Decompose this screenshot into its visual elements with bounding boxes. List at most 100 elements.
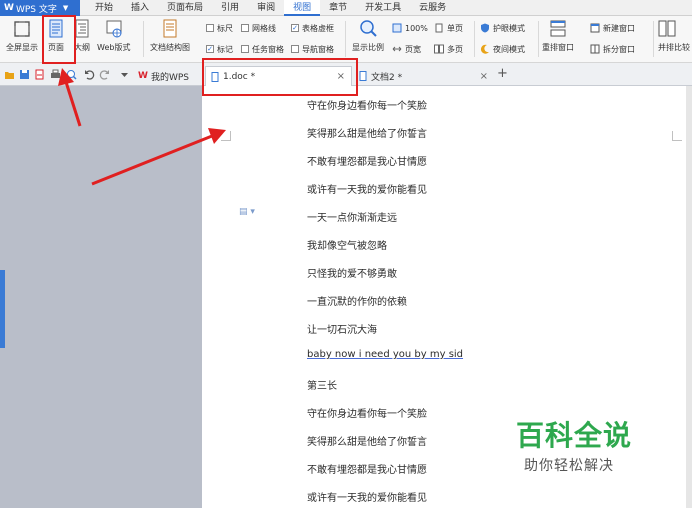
tab-references[interactable]: 引用	[212, 0, 248, 16]
split-window-label: 拆分窗口	[603, 44, 635, 54]
vertical-scrollbar[interactable]	[686, 86, 692, 508]
web-layout-button[interactable]: Web版式	[97, 19, 130, 59]
ribbon-divider	[538, 21, 539, 57]
outline-label: 大纲	[74, 43, 90, 52]
export-pdf-icon[interactable]	[34, 69, 45, 80]
task-pane-checkbox[interactable]: 任务窗格	[241, 42, 284, 56]
side-by-side-label: 并排比较	[658, 43, 690, 52]
page-width-button[interactable]: 页宽	[392, 42, 421, 56]
text-line: 或许有一天我的爱你能看见	[307, 493, 427, 504]
single-page-icon	[435, 23, 443, 33]
nav-pane-checkbox-box	[291, 45, 299, 53]
highlight-box-page-button	[42, 15, 76, 64]
multi-page-label: 多页	[447, 44, 463, 54]
text-line: 守在你身边看你每一个笑脸	[307, 409, 427, 420]
text-line: 一直沉默的作你的依赖	[307, 297, 407, 308]
tab-start[interactable]: 开始	[86, 0, 122, 16]
watermark-slogan: 助你轻松解决	[524, 458, 614, 474]
text-line: 我却像空气被忽略	[307, 241, 387, 252]
ribbon-divider	[653, 21, 654, 57]
side-panel-handle[interactable]	[0, 270, 5, 348]
zoom-100-icon	[392, 23, 402, 33]
rearrange-window-icon	[550, 20, 566, 37]
task-pane-label: 任务窗格	[252, 44, 284, 54]
doc-map-label: 文档结构图	[150, 43, 190, 52]
new-window-button[interactable]: 新建窗口	[590, 21, 635, 35]
ribbon-divider	[143, 21, 144, 57]
gridlines-checkbox[interactable]: 网格线	[241, 21, 276, 35]
markup-checkbox[interactable]: ✓ 标记	[206, 42, 233, 56]
customize-dropdown-icon[interactable]	[119, 69, 130, 80]
zoom-button[interactable]: 显示比例	[352, 19, 384, 59]
nav-pane-label: 导航窗格	[302, 44, 334, 54]
save-icon[interactable]	[19, 69, 30, 80]
tab-home-label: 我的WPS	[150, 72, 189, 83]
text-line: 不敢有埋怨都是我心甘情愿	[307, 157, 427, 168]
multi-page-icon	[434, 44, 444, 54]
single-page-button[interactable]: 单页	[434, 21, 463, 35]
menu-tabs: 开始 插入 页面布局 引用 审阅 视图 章节 开发工具 云服务	[86, 0, 455, 16]
app-name: WPS 文字	[15, 4, 57, 15]
side-by-side-button[interactable]: 并排比较	[658, 19, 692, 59]
tab-home-wps[interactable]: W 我的WPS	[134, 66, 202, 86]
night-mode-button[interactable]: 夜间模式	[480, 42, 525, 56]
tab-cloud[interactable]: 云服务	[410, 0, 455, 16]
margin-marker	[221, 131, 231, 141]
undo-icon[interactable]	[84, 69, 95, 80]
chevron-down-icon: ▼	[62, 4, 69, 12]
split-window-button[interactable]: 拆分窗口	[590, 42, 635, 56]
redo-icon[interactable]	[99, 69, 110, 80]
rearrange-window-button[interactable]: 重排窗口	[542, 19, 574, 59]
text-line: 让一切石沉大海	[307, 325, 377, 336]
tab-chapter[interactable]: 章节	[320, 0, 356, 16]
ribbon: 全屏显示 页面 大纲 Web版式 文档结构图 标尺 ✓ 标记 网格线 任务窗格 …	[0, 16, 692, 63]
eye-mode-label: 护眼模式	[493, 23, 525, 33]
zoom-label: 显示比例	[352, 43, 384, 52]
doc-map-icon	[163, 19, 177, 38]
ribbon-divider	[345, 21, 346, 57]
tab-doc2[interactable]: 文档2 * ×	[354, 66, 494, 86]
table-gridlines-checkbox-box: ✓	[291, 23, 299, 32]
app-menu-button[interactable]: W WPS 文字 ▼	[0, 0, 80, 16]
tab-page-layout[interactable]: 页面布局	[158, 0, 212, 16]
paragraph-layout-icon[interactable]: ▤ ▾	[239, 207, 255, 217]
new-window-label: 新建窗口	[603, 23, 635, 33]
wps-home-icon: W	[138, 71, 148, 81]
table-gridlines-checkbox[interactable]: ✓ 表格虚框	[291, 21, 334, 35]
zoom-100-button[interactable]: 100%	[392, 21, 428, 35]
close-icon[interactable]: ×	[480, 71, 488, 82]
text-line: 笑得那么甜是他给了你誓言	[307, 129, 427, 140]
watermark-logo: 百科全说	[516, 419, 633, 452]
single-page-label: 单页	[447, 23, 463, 33]
gridlines-checkbox-box	[241, 24, 249, 32]
doc-file-icon	[359, 71, 367, 81]
multi-page-button[interactable]: 多页	[434, 42, 463, 56]
tab-insert[interactable]: 插入	[122, 0, 158, 16]
moon-icon	[480, 44, 489, 54]
zoom-100-label: 100%	[405, 23, 428, 33]
menu-bar: W WPS 文字 ▼ 开始 插入 页面布局 引用 审阅 视图 章节 开发工具 云…	[0, 0, 692, 16]
eye-mode-button[interactable]: 护眼模式	[480, 21, 525, 35]
text-line: 一天一点你渐渐走远	[307, 213, 397, 224]
print-preview-icon[interactable]	[66, 69, 77, 80]
markup-label: 标记	[217, 44, 233, 54]
ruler-checkbox[interactable]: 标尺	[206, 21, 233, 35]
web-layout-label: Web版式	[97, 43, 131, 52]
margin-marker	[672, 131, 682, 141]
tab-developer[interactable]: 开发工具	[356, 0, 410, 16]
eye-shield-icon	[481, 23, 489, 33]
nav-pane-checkbox[interactable]: 导航窗格	[291, 42, 334, 56]
side-by-side-icon	[658, 20, 676, 37]
tab-view[interactable]: 视图	[284, 0, 321, 16]
text-line: 守在你身边看你每一个笑脸	[307, 101, 427, 112]
fullscreen-button[interactable]: 全屏显示	[6, 19, 38, 59]
split-window-icon	[590, 44, 600, 54]
tab-review[interactable]: 审阅	[248, 0, 284, 16]
doc-map-button[interactable]: 文档结构图	[150, 19, 190, 59]
text-line: 只怪我的爱不够勇敢	[307, 269, 397, 280]
open-folder-icon[interactable]	[4, 69, 15, 80]
table-gridlines-label: 表格虚框	[302, 23, 334, 33]
text-line: 第三长	[307, 381, 337, 392]
new-tab-button[interactable]: +	[497, 66, 508, 81]
print-icon[interactable]	[50, 69, 61, 80]
